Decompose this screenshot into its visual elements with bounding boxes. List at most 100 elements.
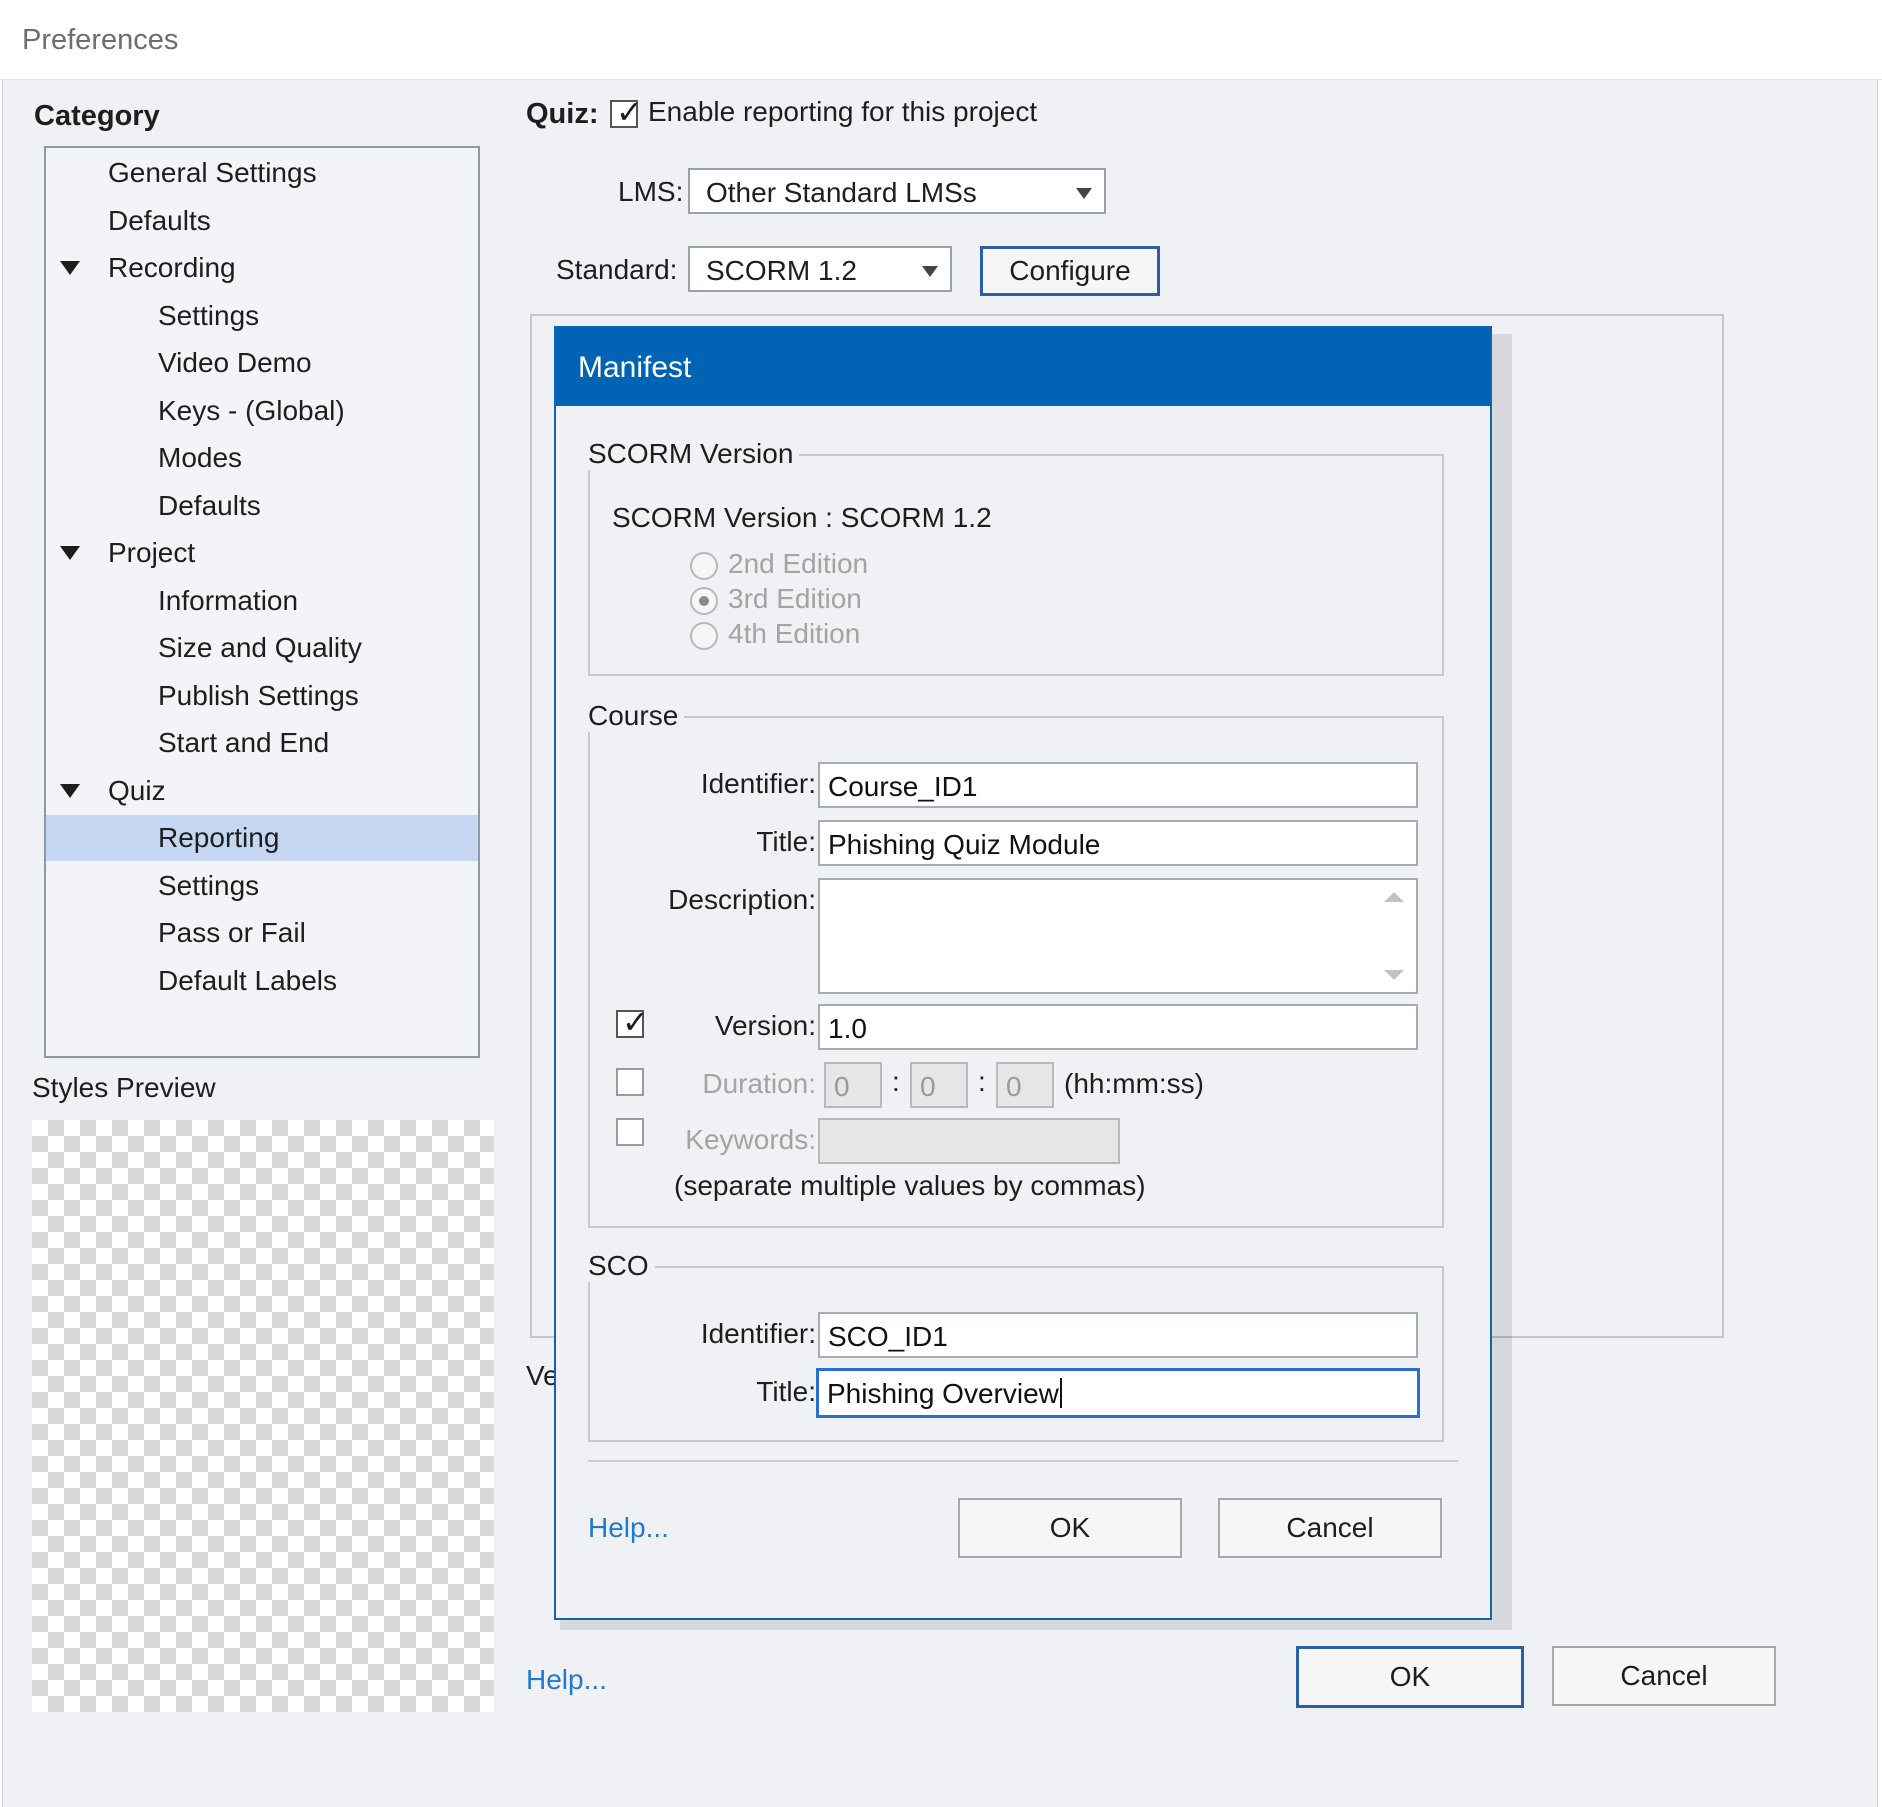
sidebar-item-label: Default Labels	[158, 964, 338, 996]
sco-title-input[interactable]: Phishing Overview	[816, 1368, 1420, 1418]
keywords-label: Keywords:	[685, 1124, 816, 1155]
version-input[interactable]: 1.0	[818, 1004, 1418, 1050]
standard-select[interactable]: SCORM 1.2	[688, 246, 952, 292]
course-legend: Course	[582, 700, 685, 732]
sidebar-item-label: Defaults	[108, 204, 211, 236]
sidebar-item-settings[interactable]: Settings	[46, 863, 478, 909]
version-checkbox[interactable]: ✓	[616, 1004, 649, 1040]
course-identifier-value: Course_ID1	[828, 771, 978, 802]
duration-minutes-value: 0	[920, 1071, 936, 1102]
manifest-ok-button[interactable]: OK	[958, 1498, 1182, 1558]
sidebar-item-start-and-end[interactable]: Start and End	[46, 720, 478, 766]
edition-2nd-label: 2nd Edition	[728, 548, 869, 579]
chevron-down-icon	[922, 266, 938, 277]
sidebar-item-label: Recording	[108, 252, 236, 283]
manifest-cancel-button[interactable]: Cancel	[1218, 1498, 1442, 1558]
duration-seconds-value: 0	[1006, 1071, 1022, 1102]
duration-separator: :	[892, 1066, 900, 1097]
sidebar-item-size-and-quality[interactable]: Size and Quality	[46, 625, 478, 671]
edition-4th-label: 4th Edition	[728, 618, 861, 649]
category-tree[interactable]: General Settings Defaults Recording Setting…	[44, 146, 480, 1058]
lms-select[interactable]: Other Standard LMSs	[688, 168, 1106, 214]
duration-seconds-input: 0	[996, 1062, 1054, 1108]
ok-button[interactable]: OK	[1296, 1646, 1524, 1708]
styles-preview-label: Styles Preview	[32, 1072, 216, 1103]
lms-label: LMS:	[618, 176, 684, 207]
edition-radio	[690, 587, 718, 615]
sidebar-item-label: Settings	[158, 869, 260, 901]
duration-minutes-input: 0	[910, 1062, 968, 1108]
sco-title-label: Title:	[756, 1376, 816, 1407]
checkmark-icon: ✓	[622, 1004, 649, 1040]
quiz-label: Quiz:	[526, 98, 599, 130]
course-description-label: Description:	[668, 884, 816, 915]
duration-label: Duration:	[702, 1068, 816, 1099]
manifest-help-link[interactable]: Help...	[588, 1512, 669, 1544]
sidebar-item-defaults[interactable]: Defaults	[46, 198, 478, 244]
chevron-down-icon	[1076, 188, 1092, 199]
sco-identifier-input[interactable]: SCO_ID1	[818, 1312, 1418, 1358]
sidebar-item-label: Keys - (Global)	[158, 394, 345, 426]
manifest-title: Manifest	[578, 351, 692, 384]
sidebar-item-quiz[interactable]: Quiz	[46, 768, 478, 814]
expand-triangle-icon[interactable]	[60, 546, 80, 560]
scroll-down-icon[interactable]	[1384, 970, 1404, 980]
sidebar-item-label: Publish Settings	[158, 679, 359, 711]
sidebar-item-label: Information	[158, 584, 299, 616]
sidebar-item-modes[interactable]: Modes	[46, 435, 478, 481]
configure-button[interactable]: Configure	[980, 246, 1160, 296]
window-title-bar: Preferences	[0, 0, 1882, 80]
sidebar-item-default-labels[interactable]: Default Labels	[46, 958, 478, 1004]
manifest-title-bar[interactable]: Manifest	[556, 328, 1490, 406]
sidebar-item-project[interactable]: Project	[46, 530, 478, 576]
sidebar-item-label: General Settings	[108, 157, 317, 188]
sco-identifier-label: Identifier:	[700, 1318, 816, 1349]
sidebar-item-label: Pass or Fail	[158, 917, 306, 948]
version-value: 1.0	[828, 1013, 867, 1044]
sidebar-item-video-demo[interactable]: Video Demo	[46, 340, 478, 386]
expand-triangle-icon[interactable]	[60, 261, 80, 275]
sidebar-item-label: Reporting	[158, 822, 280, 853]
sidebar-item-label: Modes	[158, 442, 243, 473]
radio-dot-icon	[699, 596, 709, 606]
expand-triangle-icon[interactable]	[60, 783, 80, 798]
sidebar-item-pass-or-fail[interactable]: Pass or Fail	[46, 910, 478, 956]
edition-3rd-label: 3rd Edition	[728, 583, 862, 614]
duration-separator: :	[978, 1066, 986, 1097]
course-identifier-input[interactable]: Course_ID1	[818, 762, 1418, 808]
sidebar-item-general-settings[interactable]: General Settings	[46, 150, 478, 196]
window-title: Preferences	[22, 24, 179, 56]
sidebar-item-reporting[interactable]: Reporting	[46, 815, 478, 861]
course-title-value: Phishing Quiz Module	[828, 829, 1101, 860]
keywords-hint: (separate multiple values by commas)	[674, 1170, 1146, 1201]
sidebar-item-label: Quiz	[108, 774, 166, 806]
cancel-button[interactable]: Cancel	[1552, 1646, 1776, 1706]
sco-legend: SCO	[582, 1250, 655, 1282]
sidebar-item-keys-global[interactable]: Keys - (Global)	[46, 388, 478, 434]
keywords-input	[818, 1118, 1120, 1164]
checkmark-icon: ✓	[616, 94, 643, 130]
course-title-label: Title:	[756, 826, 816, 857]
sidebar-item-label: Size and Quality	[158, 632, 362, 663]
sidebar-item-defaults[interactable]: Defaults	[46, 483, 478, 529]
sidebar-item-recording[interactable]: Recording	[46, 245, 478, 291]
keywords-checkbox[interactable]	[616, 1118, 644, 1146]
course-description-textarea[interactable]	[818, 878, 1418, 994]
sidebar-item-publish-settings[interactable]: Publish Settings	[46, 673, 478, 719]
duration-hours-input: 0	[824, 1062, 882, 1108]
course-title-input[interactable]: Phishing Quiz Module	[818, 820, 1418, 866]
styles-preview-area	[32, 1120, 494, 1712]
dialog-separator	[588, 1460, 1458, 1462]
sidebar-item-label: Settings	[158, 299, 260, 331]
text-caret	[1059, 1378, 1062, 1408]
sidebar-item-label: Defaults	[158, 489, 261, 521]
sidebar-item-label: Project	[108, 537, 196, 568]
scroll-up-icon[interactable]	[1384, 892, 1404, 902]
sidebar-item-information[interactable]: Information	[46, 578, 478, 624]
duration-checkbox[interactable]	[616, 1068, 644, 1096]
help-link[interactable]: Help...	[526, 1664, 607, 1696]
sidebar-item-settings[interactable]: Settings	[46, 293, 478, 339]
enable-reporting-checkbox[interactable]: ✓	[610, 94, 643, 130]
standard-label: Standard:	[556, 254, 678, 285]
category-label: Category	[34, 100, 160, 132]
